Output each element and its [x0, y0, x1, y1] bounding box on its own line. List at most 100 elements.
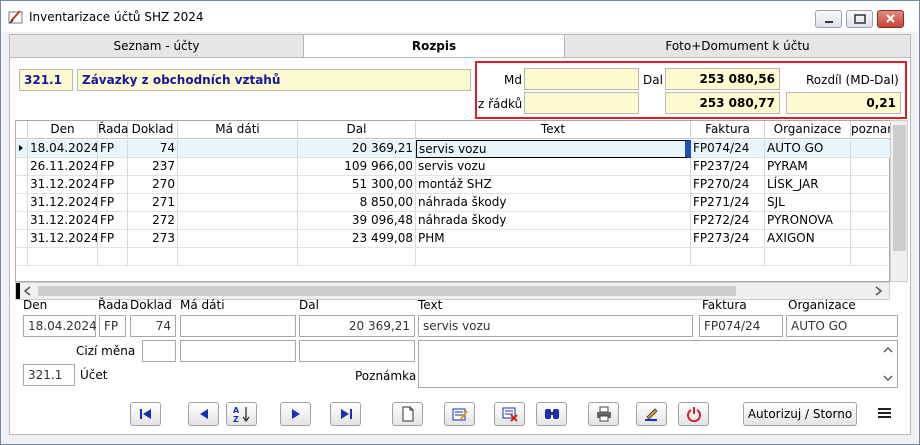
cell-den[interactable]: 31.12.2024	[28, 212, 98, 230]
table-row[interactable]: 18.04.2024 FP 74 20 369,21 servis vozu FP074/…	[16, 140, 891, 158]
cell-poznamka[interactable]	[851, 230, 891, 248]
cell-ma-dati[interactable]	[178, 140, 298, 158]
cell-rada[interactable]: FP	[98, 140, 128, 158]
cell-doklad[interactable]: 273	[128, 230, 178, 248]
cell-organizace[interactable]: LÍSK_JAR	[765, 176, 851, 194]
doklad-field[interactable]: 74	[130, 315, 176, 337]
cell-text[interactable]: servis vozu	[416, 140, 691, 158]
cell-organizace[interactable]: SJL	[765, 194, 851, 212]
cell-ma-dati[interactable]	[178, 176, 298, 194]
cell-ma-dati[interactable]	[178, 212, 298, 230]
cell-organizace[interactable]: PYRAM	[765, 158, 851, 176]
cell-doklad[interactable]: 270	[128, 176, 178, 194]
column-header-ma-dati[interactable]: Má dáti	[178, 121, 298, 139]
cell-faktura[interactable]: FP272/24	[691, 212, 765, 230]
print-button[interactable]	[588, 402, 619, 426]
cizi-mena-dal-field[interactable]	[299, 340, 415, 362]
cell-dal[interactable]: 51 300,00	[298, 176, 416, 194]
cell-text[interactable]: náhrada škody	[416, 194, 691, 212]
den-field[interactable]: 18.04.2024	[23, 315, 97, 337]
previous-record-button[interactable]	[188, 402, 219, 426]
organizace-field[interactable]: AUTO GO	[786, 315, 898, 337]
close-button[interactable]	[877, 10, 904, 28]
cell-rada[interactable]: FP	[98, 230, 128, 248]
cell-text[interactable]: montáž SHZ	[416, 176, 691, 194]
cell-den[interactable]: 31.12.2024	[28, 176, 98, 194]
cell-doklad[interactable]: 237	[128, 158, 178, 176]
column-header-rada[interactable]: Řada	[98, 121, 128, 139]
cell-faktura[interactable]: FP271/24	[691, 194, 765, 212]
cell-poznamka[interactable]	[851, 158, 891, 176]
dal-field[interactable]: 20 369,21	[299, 315, 415, 337]
find-button[interactable]	[536, 402, 567, 426]
cell-poznamka[interactable]	[851, 212, 891, 230]
cell-text[interactable]: servis vozu	[416, 158, 691, 176]
cizi-mena-madati-field[interactable]	[180, 340, 296, 362]
cell-doklad[interactable]: 271	[128, 194, 178, 212]
cell-dal[interactable]: 20 369,21	[298, 140, 416, 158]
table-row[interactable]: 26.11.2024 FP 237 109 966,00 servis vozu FP23…	[16, 158, 891, 176]
cell-ma-dati[interactable]	[178, 230, 298, 248]
cell-doklad[interactable]: 272	[128, 212, 178, 230]
cell-faktura[interactable]: FP237/24	[691, 158, 765, 176]
cell-den[interactable]: 31.12.2024	[28, 194, 98, 212]
sort-button[interactable]: AZ	[226, 402, 257, 426]
cizi-mena-field[interactable]	[142, 340, 176, 362]
cell-faktura[interactable]: FP074/24	[691, 140, 765, 158]
column-header-dal[interactable]: Dal	[298, 121, 416, 139]
cell-rada[interactable]: FP	[98, 158, 128, 176]
cell-den[interactable]: 18.04.2024	[28, 140, 98, 158]
cell-den[interactable]: 26.11.2024	[28, 158, 98, 176]
tab-seznam-ucty[interactable]: Seznam - účty	[9, 34, 304, 58]
cell-organizace[interactable]: PYRONOVA	[765, 212, 851, 230]
cell-rada[interactable]: FP	[98, 176, 128, 194]
cell-doklad[interactable]: 74	[128, 140, 178, 158]
column-header-faktura[interactable]: Faktura	[691, 121, 765, 139]
faktura-field[interactable]: FP074/24	[699, 315, 783, 337]
authorize-storno-button[interactable]: Autorizuj / Storno	[743, 402, 857, 426]
last-record-button[interactable]	[330, 402, 361, 426]
cell-faktura[interactable]: FP270/24	[691, 176, 765, 194]
grid-vertical-scrollbar[interactable]	[890, 120, 908, 282]
new-record-button[interactable]	[392, 402, 423, 426]
menu-button[interactable]	[877, 406, 893, 420]
column-header-poznamka[interactable]: poznar	[851, 121, 892, 139]
cell-text[interactable]: PHM	[416, 230, 691, 248]
cell-organizace[interactable]: AXIGON	[765, 230, 851, 248]
delete-record-button[interactable]	[494, 402, 525, 426]
cell-dal[interactable]: 39 096,48	[298, 212, 416, 230]
table-row[interactable]: 31.12.2024 FP 273 23 499,08 PHM FP273/24 AXIGO…	[16, 230, 891, 248]
cell-text[interactable]: náhrada škody	[416, 212, 691, 230]
rada-field[interactable]: FP	[99, 315, 126, 337]
tab-foto-dokument[interactable]: Foto+Domument k účtu	[564, 34, 911, 58]
minimize-button[interactable]	[815, 10, 842, 28]
table-row[interactable]: 31.12.2024 FP 271 8 850,00 náhrada škody FP27…	[16, 194, 891, 212]
table-row[interactable]: 31.12.2024 FP 272 39 096,48 náhrada škody FP2…	[16, 212, 891, 230]
cell-ma-dati[interactable]	[178, 158, 298, 176]
cell-organizace[interactable]: AUTO GO	[765, 140, 851, 158]
column-header-text[interactable]: Text	[416, 121, 691, 139]
cell-rada[interactable]: FP	[98, 194, 128, 212]
text-field[interactable]: servis vozu	[418, 315, 693, 337]
cell-poznamka[interactable]	[851, 140, 891, 158]
maximize-button[interactable]	[846, 10, 873, 28]
cell-poznamka[interactable]	[851, 176, 891, 194]
cell-den[interactable]: 31.12.2024	[28, 230, 98, 248]
column-header-doklad[interactable]: Doklad	[128, 121, 178, 139]
tab-rozpis[interactable]: Rozpis	[303, 34, 565, 59]
poznamka-field[interactable]	[418, 340, 898, 388]
edit-record-button[interactable]	[444, 402, 475, 426]
cell-faktura[interactable]: FP273/24	[691, 230, 765, 248]
cell-poznamka[interactable]	[851, 194, 891, 212]
column-header-organizace[interactable]: Organizace	[765, 121, 851, 139]
cell-dal[interactable]: 23 499,08	[298, 230, 416, 248]
table-row[interactable]: 31.12.2024 FP 270 51 300,00 montáž SHZ FP270/…	[16, 176, 891, 194]
cell-ma-dati[interactable]	[178, 194, 298, 212]
first-record-button[interactable]	[130, 402, 161, 426]
madati-field[interactable]	[180, 315, 296, 337]
export-button[interactable]	[636, 402, 667, 426]
column-header-den[interactable]: Den	[28, 121, 98, 139]
next-record-button[interactable]	[280, 402, 311, 426]
cell-dal[interactable]: 8 850,00	[298, 194, 416, 212]
ucet-field[interactable]: 321.1	[23, 364, 75, 386]
